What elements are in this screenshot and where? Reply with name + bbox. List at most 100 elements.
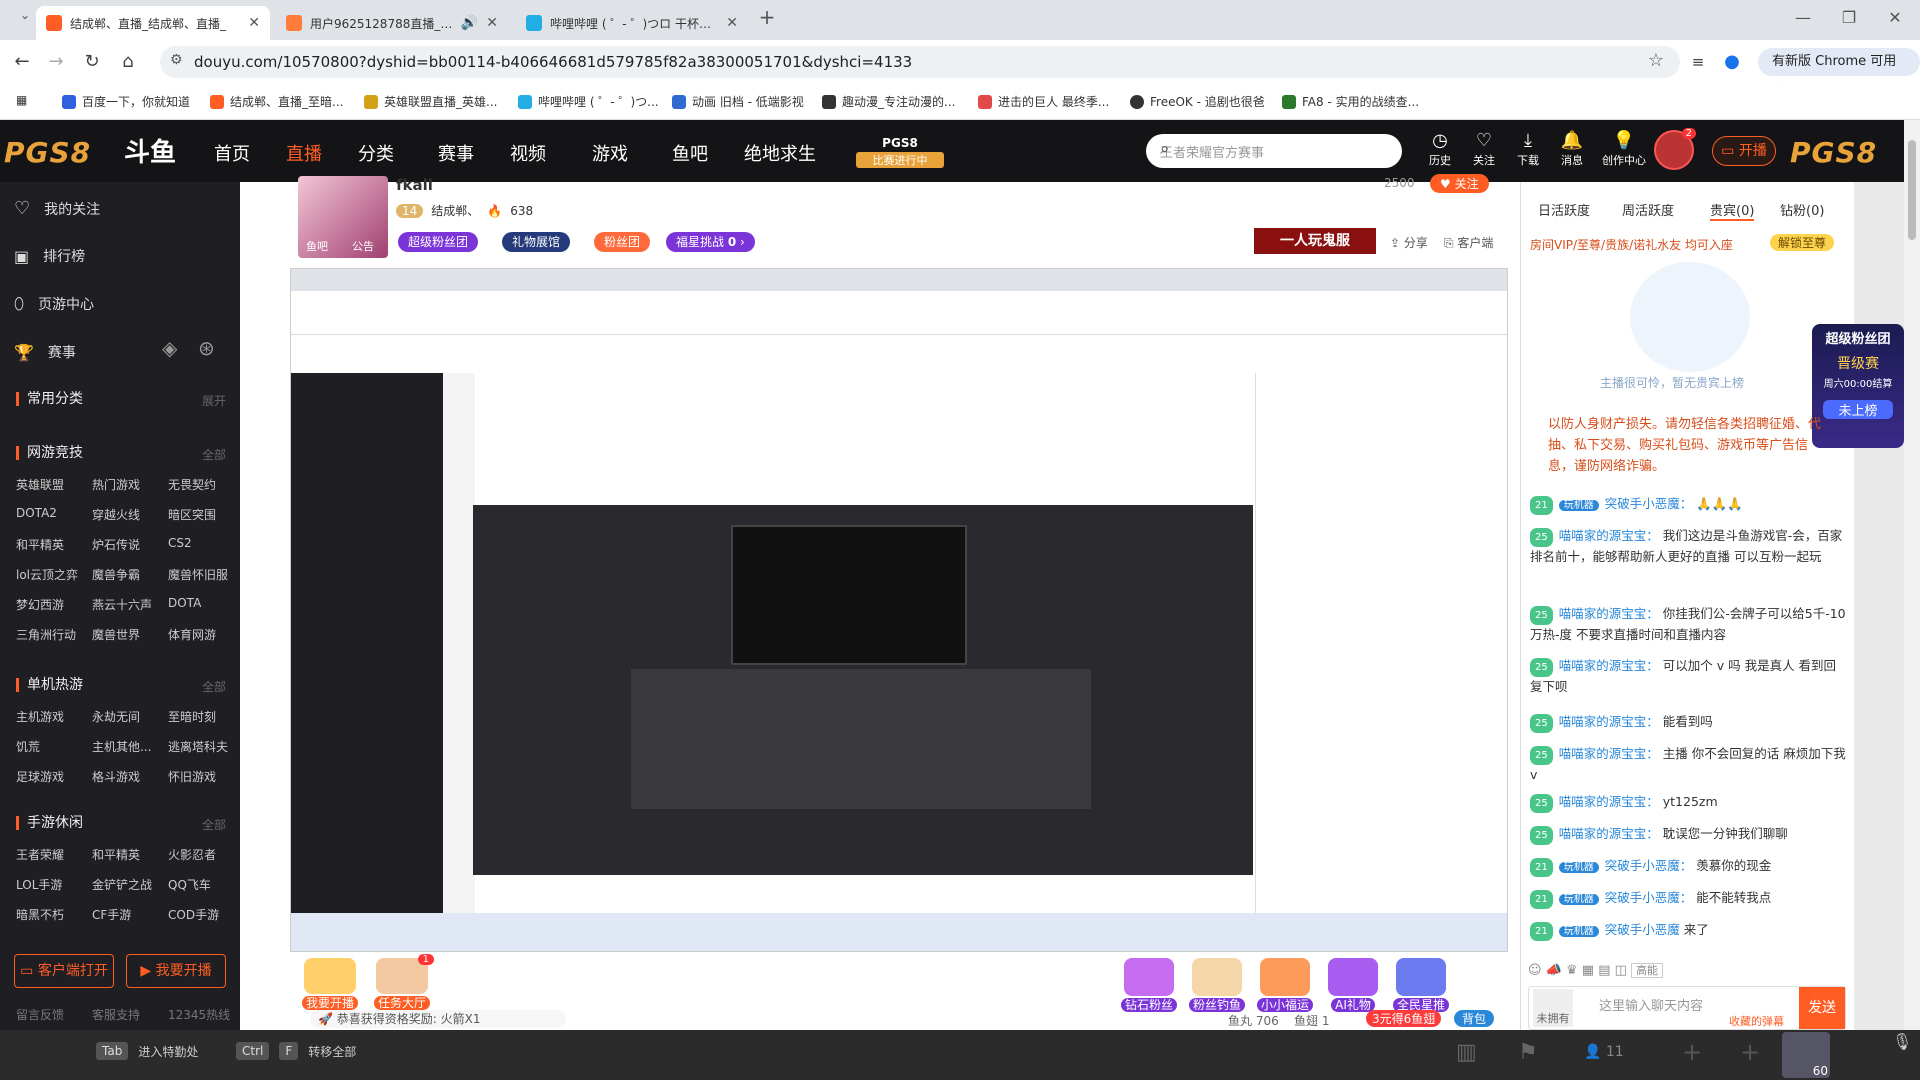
sidebar-item-webgames[interactable]: ⬯ 页游中心 bbox=[14, 294, 94, 314]
sidebar-game-link[interactable]: 饥荒 bbox=[16, 738, 40, 755]
sidebar-game-link[interactable]: 炉石传说 bbox=[92, 536, 140, 553]
all-link[interactable]: 全部 bbox=[202, 816, 226, 833]
share-button[interactable]: ⇪ 分享 bbox=[1390, 234, 1428, 251]
download-button[interactable]: ⤓ 下载 bbox=[1506, 130, 1550, 168]
sidebar-game-link[interactable]: 穿越火线 bbox=[92, 506, 140, 523]
chat-username[interactable]: 喵喵家的源宝宝： bbox=[1559, 606, 1659, 621]
character-portrait[interactable]: 60 bbox=[1782, 1032, 1830, 1078]
close-tab-icon[interactable]: ✕ bbox=[726, 15, 738, 31]
follow-button[interactable]: ♡ 关注 bbox=[1462, 130, 1506, 168]
nav-events[interactable]: 赛事 bbox=[438, 140, 474, 166]
fan-badge-slot[interactable]: 未拥有 bbox=[1533, 989, 1573, 1027]
start-live-bottom-button[interactable]: 我要开播 bbox=[298, 958, 362, 1011]
browser-tab-active[interactable]: 结成郸、直播_结成郸、直播_ ✕ bbox=[36, 6, 270, 40]
forward-icon[interactable]: → bbox=[44, 50, 68, 74]
video-player[interactable] bbox=[290, 268, 1508, 952]
pgs8-event-badge[interactable]: PGS8 比赛进行中 bbox=[856, 136, 944, 170]
unlock-button[interactable]: 解锁至尊 bbox=[1770, 234, 1835, 251]
backpack-button[interactable]: 背包 bbox=[1454, 1010, 1495, 1027]
user-avatar[interactable]: 2 bbox=[1654, 128, 1696, 170]
sidebar-game-link[interactable]: 英雄联盟 bbox=[16, 476, 64, 493]
lucky-challenge-tab[interactable]: 福星挑战 0 › bbox=[666, 232, 755, 252]
media-control-icon[interactable]: ≡ bbox=[1686, 50, 1710, 74]
nav-yuba[interactable]: 鱼吧 bbox=[672, 140, 708, 166]
sidebar-game-link[interactable]: 和平精英 bbox=[92, 846, 140, 863]
avatar-yuba-link[interactable]: 鱼吧 bbox=[306, 238, 328, 254]
recharge-button[interactable]: 3元得6鱼翅 bbox=[1366, 1010, 1442, 1027]
event-banner[interactable]: 一人玩鬼服 bbox=[1254, 228, 1376, 254]
bookmark-item[interactable]: 进击的巨人 最终季... bbox=[978, 93, 1109, 110]
rank-tab-vip[interactable]: 贵宾(0) bbox=[1710, 200, 1755, 221]
nav-home[interactable]: 首页 bbox=[214, 140, 250, 166]
close-window-icon[interactable]: ✕ bbox=[1872, 8, 1918, 27]
profile-icon[interactable]: ● bbox=[1720, 50, 1744, 74]
chat-username[interactable]: 喵喵家的源宝宝： bbox=[1559, 746, 1659, 761]
back-icon[interactable]: ← bbox=[10, 50, 34, 74]
sidebar-game-link[interactable]: 逃离塔科夫 bbox=[168, 738, 228, 755]
gift-star[interactable]: 全民星推 bbox=[1390, 958, 1452, 1013]
gift-hall-tab[interactable]: 礼物展馆 bbox=[502, 232, 571, 252]
nav-category[interactable]: 分类 bbox=[358, 140, 394, 166]
nav-pubg[interactable]: 绝地求生 bbox=[744, 140, 816, 166]
reload-icon[interactable]: ↻ bbox=[80, 50, 104, 74]
sidebar-item-ranking[interactable]: ▣ 排行榜 bbox=[14, 246, 85, 266]
sidebar-game-link[interactable]: DOTA2 bbox=[16, 506, 57, 520]
task-hall-button[interactable]: 任务大厅 1 bbox=[370, 954, 434, 1011]
all-link[interactable]: 全部 bbox=[202, 678, 226, 695]
bookmark-item[interactable]: 结成郸、直播_至暗... bbox=[210, 93, 343, 110]
chat-username[interactable]: 突破手小恶魔： bbox=[1605, 496, 1693, 511]
chat-username[interactable]: 喵喵家的源宝宝： bbox=[1559, 658, 1659, 673]
chat-username[interactable]: 喵喵家的源宝宝： bbox=[1559, 826, 1659, 841]
bookmark-item[interactable]: 百度一下，你就知道 bbox=[62, 93, 190, 110]
add-slot-icon[interactable]: + bbox=[1682, 1038, 1702, 1066]
new-tab-button[interactable]: + bbox=[744, 5, 790, 29]
add-slot-icon[interactable]: + bbox=[1740, 1038, 1760, 1066]
collected-danmu-link[interactable]: 收藏的弹幕 bbox=[1729, 1013, 1784, 1029]
gift-lucky[interactable]: 小小福运 bbox=[1254, 958, 1316, 1013]
all-link[interactable]: 全部 bbox=[202, 446, 226, 463]
browser-tab[interactable]: 哔哩哔哩 ( ゜- ゜)つロ 干杯~-bi ✕ bbox=[516, 6, 748, 40]
page-scrollbar[interactable] bbox=[1904, 120, 1920, 1030]
browser-tab[interactable]: 用户9625128788直播_用户 🔊 ✕ bbox=[276, 6, 508, 40]
chat-username[interactable]: 喵喵家的源宝宝： bbox=[1559, 714, 1659, 729]
sidebar-game-link[interactable]: 和平精英 bbox=[16, 536, 64, 553]
sidebar-game-link[interactable]: 足球游戏 bbox=[16, 768, 64, 785]
hotline-link[interactable]: 12345热线 bbox=[168, 1006, 230, 1023]
lol-emblem-icon[interactable]: ◈ bbox=[162, 336, 177, 360]
sidebar-game-link[interactable]: 金铲铲之战 bbox=[92, 876, 152, 893]
home-icon[interactable]: ⌂ bbox=[116, 50, 140, 74]
sidebar-game-link[interactable]: 魔兽争霸 bbox=[92, 566, 140, 583]
sidebar-game-link[interactable]: lol云顶之弈 bbox=[16, 566, 78, 583]
douyu-logo[interactable]: 斗鱼 bbox=[124, 132, 198, 170]
sidebar-item-following[interactable]: ♡ 我的关注 bbox=[14, 198, 100, 219]
fan-club-tab[interactable]: 粉丝团 bbox=[594, 232, 651, 252]
bookmark-star-icon[interactable]: ☆ bbox=[1648, 50, 1664, 71]
client-open-button[interactable]: ▭ 客户端打开 bbox=[14, 954, 114, 988]
nav-games[interactable]: 游戏 bbox=[592, 140, 628, 166]
super-fan-tab[interactable]: 超级粉丝团 bbox=[398, 232, 479, 252]
bookmark-item[interactable]: FreeOK - 追剧也很爸 bbox=[1130, 93, 1265, 110]
chat-username[interactable]: 喵喵家的源宝宝： bbox=[1559, 794, 1659, 809]
chat-username[interactable]: 突破手小恶魔： bbox=[1605, 858, 1693, 873]
sidebar-item-events[interactable]: 🏆 赛事 bbox=[14, 342, 76, 362]
rank-tab-weekly[interactable]: 周活跃度 bbox=[1622, 200, 1674, 219]
start-live-button[interactable]: ▶ 我要开播 bbox=[126, 954, 226, 988]
sidebar-game-link[interactable]: 无畏契约 bbox=[168, 476, 216, 493]
follow-button[interactable]: ♥ 关注 bbox=[1430, 174, 1489, 193]
rank-tab-diamond[interactable]: 钻粉(0) bbox=[1780, 200, 1824, 219]
sidebar-game-link[interactable]: 暗黑不朽 bbox=[16, 906, 64, 923]
sidebar-game-link[interactable]: 魔兽世界 bbox=[92, 626, 140, 643]
gift-ai[interactable]: AI礼物 bbox=[1322, 958, 1384, 1013]
sidebar-game-link[interactable]: 至暗时刻 bbox=[168, 708, 216, 725]
bookmark-item[interactable]: 哔哩哔哩 ( ゜- ゜)つ... bbox=[518, 93, 659, 110]
bookmark-item[interactable]: 趣动漫_专注动漫的... bbox=[822, 93, 955, 110]
mic-icon[interactable]: 🎙 bbox=[1892, 1032, 1912, 1051]
site-search-input[interactable]: 王者荣耀官方赛事 ⌕ bbox=[1146, 134, 1402, 168]
chart-icon[interactable]: ▥ bbox=[1456, 1040, 1477, 1065]
close-tab-icon[interactable]: ✕ bbox=[486, 15, 498, 31]
sidebar-game-link[interactable]: 王者荣耀 bbox=[16, 846, 64, 863]
scrollbar-thumb[interactable] bbox=[1908, 140, 1916, 240]
sidebar-game-link[interactable]: 怀旧游戏 bbox=[168, 768, 216, 785]
address-bar[interactable]: ⚙ douyu.com/10570800?dyshid=bb00114-b406… bbox=[160, 46, 1680, 78]
nav-live[interactable]: 直播 bbox=[286, 140, 322, 166]
